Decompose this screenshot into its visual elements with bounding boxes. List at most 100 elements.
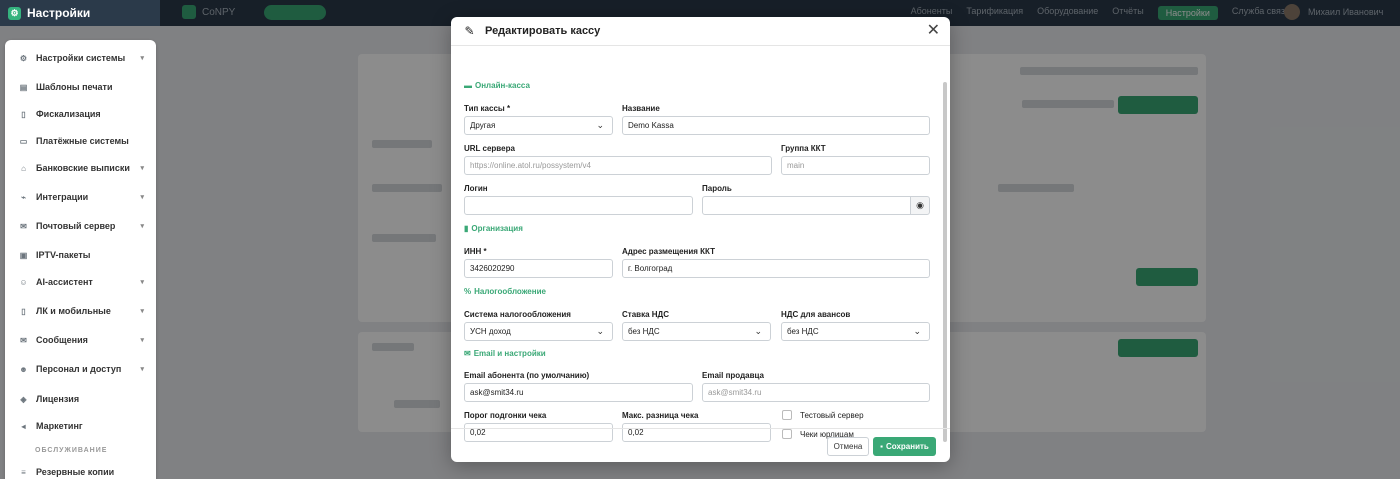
threshold-label: Порог подгонки чека [464, 411, 547, 420]
printer-icon: ▤ [19, 82, 28, 92]
sidebar-item-integrations[interactable]: ⌁ Интеграции ▾ [5, 186, 156, 208]
vat-advance-label: НДС для авансов [781, 310, 851, 319]
brand[interactable]: ⚙ Настройки [0, 0, 160, 26]
inn-input[interactable]: 3426020290 [464, 259, 613, 278]
modal-body: ▬ Онлайн-касса Тип кассы * Другая ⌄ Назв… [451, 46, 950, 442]
chevron-down-icon: ▾ [140, 308, 144, 315]
chevron-down-icon: ⌄ [754, 326, 762, 336]
floppy-icon: ▪ [880, 442, 883, 451]
robot-icon: ☺ [19, 277, 28, 287]
seller-email-input[interactable]: ask@smit34.ru [702, 383, 930, 402]
sidebar-item-label: ЛК и мобильные [36, 306, 111, 316]
server-url-label: URL сервера [464, 144, 515, 153]
credit-card-icon: ▭ [19, 136, 28, 146]
sidebar: ⚙ Настройки системы ▾ ▤ Шаблоны печати ▯… [5, 40, 156, 479]
sidebar-item-label: Шаблоны печати [36, 82, 113, 92]
cashbox-type-value: Другая [470, 121, 496, 130]
cash-register-icon: ▬ [464, 81, 472, 90]
test-server-checkbox[interactable] [782, 410, 792, 420]
sidebar-item-messages[interactable]: ✉ Сообщения ▾ [5, 329, 156, 351]
sidebar-item-payment-systems[interactable]: ▭ Платёжные системы [5, 130, 156, 152]
chevron-down-icon: ⌄ [596, 326, 604, 336]
chevron-down-icon: ▾ [140, 223, 144, 230]
section-organization: ▮ Организация [464, 224, 523, 233]
tax-system-value: УСН доход [470, 327, 511, 336]
section-title: Организация [471, 224, 523, 233]
sidebar-item-bank-statements[interactable]: ⌂ Банковские выписки ▾ [5, 157, 156, 179]
section-title: Налогообложение [474, 287, 546, 296]
brand-title: Настройки [27, 6, 91, 20]
kkt-address-input[interactable]: г. Волгоград [622, 259, 930, 278]
vat-rate-value: без НДС [628, 327, 660, 336]
password-label: Пароль [702, 184, 732, 193]
sidebar-item-iptv[interactable]: ▣ IPTV-пакеты [5, 244, 156, 266]
building-icon: ▮ [464, 224, 469, 233]
chevron-down-icon: ▾ [140, 194, 144, 201]
modal-title: Редактировать кассу [485, 25, 601, 37]
edit-icon: ✎ [464, 24, 475, 38]
sidebar-item-label: Интеграции [36, 192, 89, 202]
subscriber-email-input[interactable]: ask@smit34.ru [464, 383, 693, 402]
close-icon[interactable]: ✕ [927, 23, 940, 39]
chevron-down-icon: ▾ [140, 337, 144, 344]
edit-cashbox-modal: ✎ Редактировать кассу ✕ ▬ Онлайн-касса Т… [451, 17, 950, 462]
vat-rate-select[interactable]: без НДС ⌄ [622, 322, 771, 341]
tv-icon: ▣ [19, 250, 28, 260]
message-icon: ✉ [20, 335, 27, 345]
login-input[interactable] [464, 196, 693, 215]
sidebar-item-label: Сообщения [36, 335, 88, 345]
kkt-address-label: Адрес размещения ККТ [622, 247, 716, 256]
envelope-icon: ✉ [20, 221, 27, 231]
vat-rate-label: Ставка НДС [622, 310, 669, 319]
sidebar-item-print-templates[interactable]: ▤ Шаблоны печати [5, 76, 156, 98]
settings-logo-icon: ⚙ [8, 6, 21, 20]
kkt-group-input[interactable]: main [781, 156, 930, 175]
max-diff-label: Макс. разница чека [622, 411, 699, 420]
save-label: Сохранить [886, 442, 929, 451]
sidebar-item-label: Платёжные системы [36, 136, 129, 146]
section-taxation: % Налогообложение [464, 287, 546, 296]
sidebar-item-marketing[interactable]: ◂ Маркетинг [5, 415, 156, 437]
sidebar-item-label: Маркетинг [36, 421, 83, 431]
tax-system-select[interactable]: УСН доход ⌄ [464, 322, 613, 341]
sidebar-item-label: Почтовый сервер [36, 221, 116, 231]
mobile-icon: ▯ [21, 306, 26, 316]
sidebar-item-license[interactable]: ◈ Лицензия [5, 388, 156, 410]
test-server-label: Тестовый сервер [800, 411, 864, 420]
cashbox-type-select[interactable]: Другая ⌄ [464, 116, 613, 135]
sidebar-section-maintenance: ОБСЛУЖИВАНИЕ [35, 447, 108, 454]
password-input[interactable] [702, 196, 911, 215]
sidebar-item-label: Персонал и доступ [36, 364, 122, 374]
section-title: Онлайн-касса [475, 81, 530, 90]
sidebar-item-label: AI-ассистент [36, 277, 93, 287]
vat-advance-select[interactable]: без НДС ⌄ [781, 322, 930, 341]
users-icon: ☻ [19, 364, 28, 374]
chevron-down-icon: ▾ [140, 55, 144, 62]
vat-advance-value: без НДС [787, 327, 819, 336]
name-input[interactable]: Demo Kassa [622, 116, 930, 135]
sidebar-item-mail-server[interactable]: ✉ Почтовый сервер ▾ [5, 215, 156, 237]
sidebar-item-ai-assistant[interactable]: ☺ AI-ассистент ▾ [5, 271, 156, 293]
tax-system-label: Система налогообложения [464, 310, 571, 319]
seller-email-label: Email продавца [702, 371, 764, 380]
sidebar-item-mobile[interactable]: ▯ ЛК и мобильные ▾ [5, 300, 156, 322]
sidebar-item-label: Лицензия [36, 394, 80, 404]
chevron-down-icon: ⌄ [913, 326, 921, 336]
cancel-button[interactable]: Отмена [827, 437, 869, 456]
envelope-icon: ✉ [464, 349, 471, 358]
toggle-password-button[interactable]: ◉ [910, 196, 930, 215]
sidebar-item-fiscalization[interactable]: ▯ Фискализация [5, 103, 156, 125]
sidebar-item-label: IPTV-пакеты [36, 250, 91, 260]
save-button[interactable]: ▪ Сохранить [873, 437, 936, 456]
sidebar-item-label: Банковские выписки [36, 163, 130, 173]
modal-footer: Отмена ▪ Сохранить [451, 428, 950, 462]
inn-label: ИНН * [464, 247, 487, 256]
eye-icon: ◉ [916, 200, 924, 210]
server-url-input[interactable]: https://online.atol.ru/possystem/v4 [464, 156, 772, 175]
sidebar-item-backups[interactable]: ≡ Резервные копии [5, 461, 156, 479]
scrollbar[interactable] [943, 82, 947, 442]
sidebar-item-label: Настройки системы [36, 53, 126, 63]
sidebar-item-staff[interactable]: ☻ Персонал и доступ ▾ [5, 358, 156, 380]
name-label: Название [622, 104, 660, 113]
sidebar-item-system-settings[interactable]: ⚙ Настройки системы ▾ [5, 47, 156, 69]
